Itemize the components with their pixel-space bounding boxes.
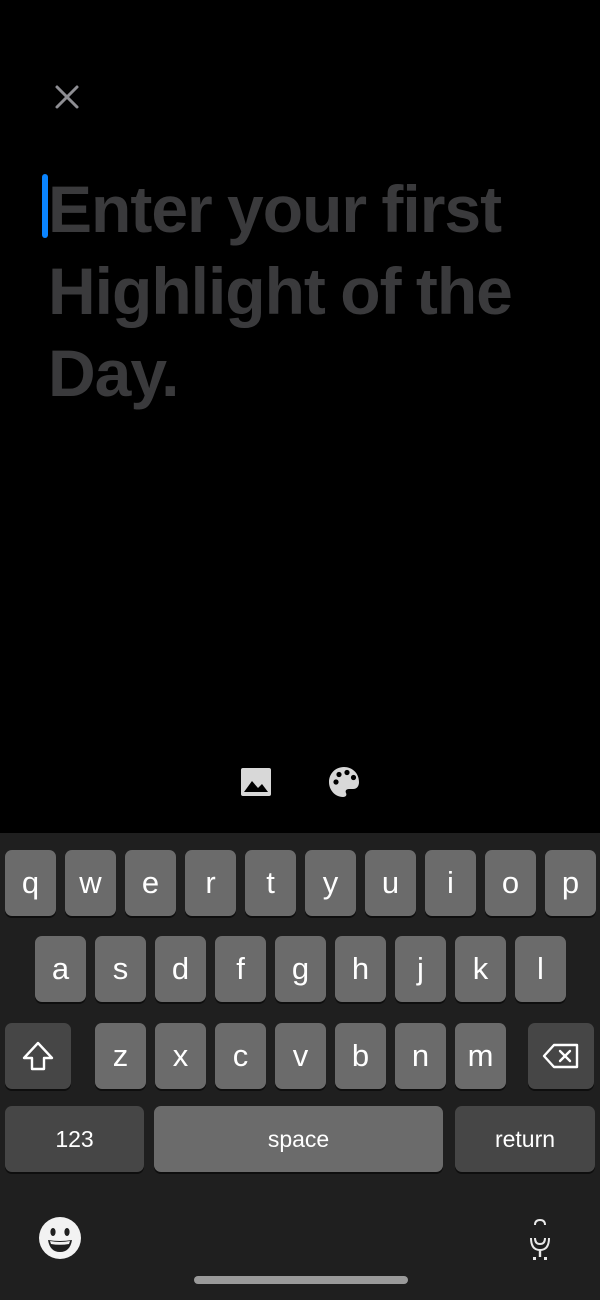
shift-key[interactable] — [5, 1023, 71, 1089]
key-o[interactable]: o — [485, 850, 536, 916]
add-image-button[interactable] — [238, 764, 274, 800]
text-caret — [42, 174, 48, 238]
key-g[interactable]: g — [275, 936, 326, 1002]
key-a[interactable]: a — [35, 936, 86, 1002]
home-indicator — [194, 1276, 408, 1284]
delete-key[interactable] — [528, 1023, 594, 1089]
key-z[interactable]: z — [95, 1023, 146, 1089]
key-m[interactable]: m — [455, 1023, 506, 1089]
numbers-key[interactable]: 123 — [5, 1106, 144, 1172]
emoji-icon — [39, 1217, 81, 1259]
key-c[interactable]: c — [215, 1023, 266, 1089]
key-n[interactable]: n — [395, 1023, 446, 1089]
palette-icon — [329, 767, 359, 797]
delete-icon — [542, 1043, 579, 1069]
key-i[interactable]: i — [425, 850, 476, 916]
key-f[interactable]: f — [215, 936, 266, 1002]
key-d[interactable]: d — [155, 936, 206, 1002]
key-x[interactable]: x — [155, 1023, 206, 1089]
key-q[interactable]: q — [5, 850, 56, 916]
key-s[interactable]: s — [95, 936, 146, 1002]
highlight-text-editor[interactable]: Enter your first Highlight of the Day. — [40, 168, 580, 414]
emoji-button[interactable] — [38, 1216, 82, 1265]
key-y[interactable]: y — [305, 850, 356, 916]
close-button[interactable] — [50, 80, 84, 114]
key-h[interactable]: h — [335, 936, 386, 1002]
key-r[interactable]: r — [185, 850, 236, 916]
key-t[interactable]: t — [245, 850, 296, 916]
editor-placeholder: Enter your first Highlight of the Day. — [48, 172, 513, 410]
dictation-button[interactable] — [526, 1216, 554, 1269]
key-u[interactable]: u — [365, 850, 416, 916]
color-palette-button[interactable] — [326, 764, 362, 800]
image-icon — [241, 768, 271, 796]
close-icon — [55, 85, 79, 109]
key-j[interactable]: j — [395, 936, 446, 1002]
key-v[interactable]: v — [275, 1023, 326, 1089]
key-w[interactable]: w — [65, 850, 116, 916]
key-b[interactable]: b — [335, 1023, 386, 1089]
key-k[interactable]: k — [455, 936, 506, 1002]
space-key[interactable]: space — [154, 1106, 443, 1172]
shift-icon — [22, 1041, 54, 1071]
key-l[interactable]: l — [515, 936, 566, 1002]
return-key[interactable]: return — [455, 1106, 595, 1172]
key-e[interactable]: e — [125, 850, 176, 916]
microphone-icon — [530, 1218, 550, 1260]
key-p[interactable]: p — [545, 850, 596, 916]
keyboard: qwertyuiop asdfghjkl zxcvbnm 123 space r… — [0, 833, 600, 1300]
